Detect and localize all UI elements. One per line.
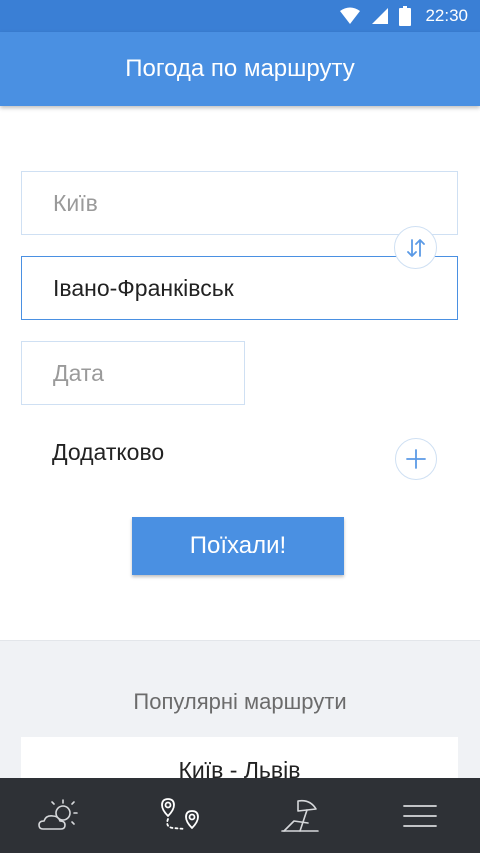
app-bar: Погода по маршруту: [0, 32, 480, 106]
beach-icon: [281, 799, 319, 832]
bottom-nav: [0, 778, 480, 853]
popular-routes-heading: Популярні маршрути: [133, 689, 347, 714]
nav-menu[interactable]: [360, 778, 480, 853]
extra-options-label: Додатково: [52, 439, 165, 465]
signal-icon: [371, 7, 389, 25]
nav-route[interactable]: [120, 778, 240, 853]
submit-button[interactable]: Поїхали!: [132, 517, 344, 575]
wifi-icon: [339, 7, 361, 25]
swap-button[interactable]: [394, 226, 437, 269]
swap-vertical-icon: [406, 238, 425, 257]
status-time: 22:30: [425, 6, 468, 25]
menu-icon: [403, 804, 437, 827]
extra-options-button[interactable]: [395, 438, 437, 480]
page-title: Погода по маршруту: [125, 55, 355, 82]
from-input[interactable]: [53, 189, 457, 217]
date-input[interactable]: [53, 359, 244, 387]
battery-icon: [399, 6, 412, 26]
plus-icon: [406, 449, 426, 469]
to-input[interactable]: [53, 274, 457, 302]
route-form: Додатково Поїхали!: [0, 106, 480, 640]
popular-routes: Популярні маршрути Київ - Львів: [0, 640, 480, 797]
route-icon: [161, 797, 199, 830]
nav-beach[interactable]: [240, 778, 360, 853]
nav-weather[interactable]: [0, 778, 120, 853]
date-field[interactable]: [21, 341, 245, 405]
from-field[interactable]: [21, 171, 458, 235]
to-field[interactable]: [21, 256, 458, 320]
status-bar: 22:30: [0, 0, 480, 32]
weather-icon: [38, 798, 78, 830]
